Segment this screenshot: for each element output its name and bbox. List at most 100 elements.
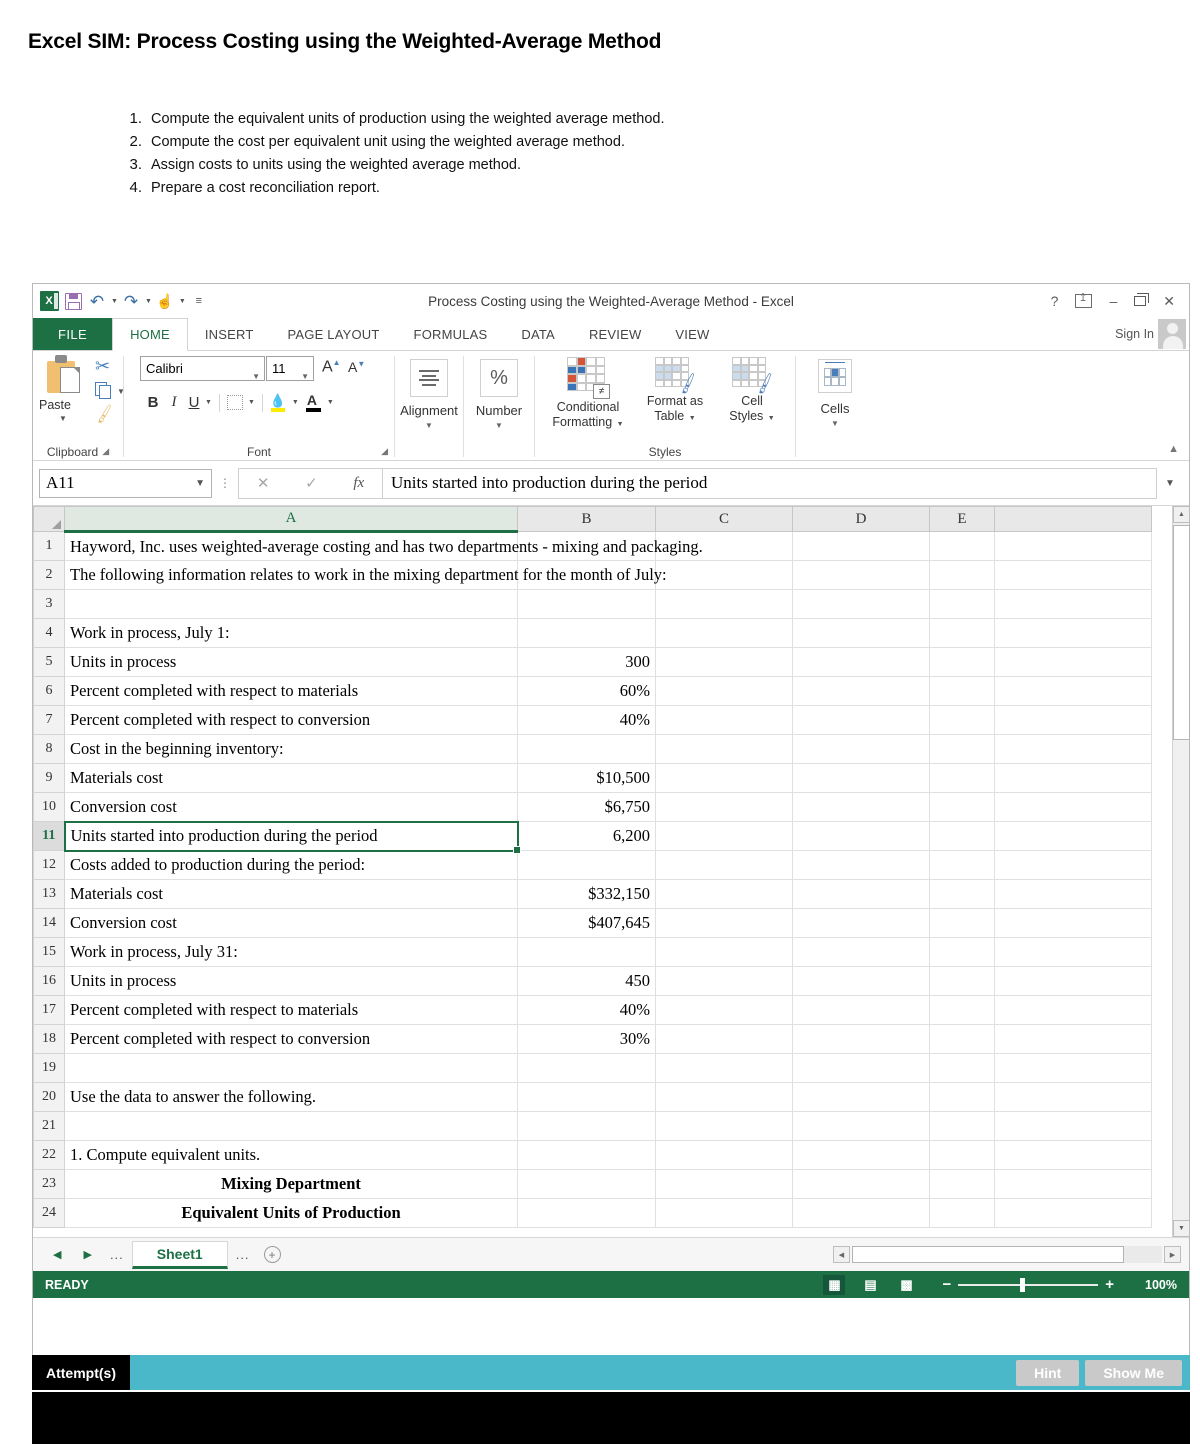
cell-F14[interactable] [994, 908, 1152, 938]
row-header-2[interactable]: 2 [33, 560, 65, 590]
cell-A13[interactable]: Materials cost [64, 879, 518, 909]
cell-C13[interactable] [655, 879, 793, 909]
cell-F16[interactable] [994, 966, 1152, 996]
borders-icon[interactable] [226, 395, 243, 410]
cell-E1[interactable] [929, 531, 995, 561]
row-header-7[interactable]: 7 [33, 705, 65, 735]
cell-E7[interactable] [929, 705, 995, 735]
cell-A8[interactable]: Cost in the beginning inventory: [64, 734, 518, 764]
cell-B23[interactable] [517, 1169, 656, 1199]
cell-D19[interactable] [792, 1053, 930, 1083]
cell-E13[interactable] [929, 879, 995, 909]
cell-B3[interactable] [517, 589, 656, 619]
row-header-8[interactable]: 8 [33, 734, 65, 764]
chevron-down-icon[interactable]: ▼ [768, 415, 775, 422]
cell-D10[interactable] [792, 792, 930, 822]
underline-dropdown-icon[interactable]: ▼ [205, 399, 212, 406]
cell-D14[interactable] [792, 908, 930, 938]
cell-E24[interactable] [929, 1198, 995, 1228]
cell-D23[interactable] [792, 1169, 930, 1199]
cell-D4[interactable] [792, 618, 930, 648]
scroll-left-icon[interactable]: ◀ [833, 1246, 850, 1263]
cell-F11[interactable] [994, 821, 1152, 851]
cell-F6[interactable] [994, 676, 1152, 706]
cell-B12[interactable] [517, 850, 656, 880]
italic-button[interactable]: I [164, 394, 184, 411]
font-name-dropdown-icon[interactable]: ▼ [252, 365, 260, 388]
cell-D22[interactable] [792, 1140, 930, 1170]
underline-button[interactable]: U [184, 394, 204, 411]
cell-A3[interactable] [64, 589, 518, 619]
copy-icon[interactable] [95, 382, 112, 399]
column-header-c[interactable]: C [655, 506, 793, 532]
cell-C3[interactable] [655, 589, 793, 619]
align-icon[interactable] [410, 359, 448, 397]
font-color-icon[interactable]: A [305, 392, 322, 412]
cell-F12[interactable] [994, 850, 1152, 880]
collapse-ribbon-icon[interactable]: ▲ [1168, 443, 1179, 455]
cell-D15[interactable] [792, 937, 930, 967]
select-all-corner[interactable] [33, 506, 65, 532]
cell-A12[interactable]: Costs added to production during the per… [64, 850, 518, 880]
cell-E22[interactable] [929, 1140, 995, 1170]
cell-D18[interactable] [792, 1024, 930, 1054]
hint-button[interactable]: Hint [1016, 1359, 1080, 1386]
font-name-input[interactable]: Calibri ▼ [140, 356, 265, 381]
cell-E4[interactable] [929, 618, 995, 648]
cell-C10[interactable] [655, 792, 793, 822]
row-header-20[interactable]: 20 [33, 1082, 65, 1112]
cell-E18[interactable] [929, 1024, 995, 1054]
row-header-10[interactable]: 10 [33, 792, 65, 822]
cell-B24[interactable] [517, 1198, 656, 1228]
cell-D5[interactable] [792, 647, 930, 677]
cell-E14[interactable] [929, 908, 995, 938]
cell-D7[interactable] [792, 705, 930, 735]
cell-A11[interactable]: Units started into production during the… [63, 820, 522, 855]
cell-A9[interactable]: Materials cost [64, 763, 518, 793]
row-header-9[interactable]: 9 [33, 763, 65, 793]
cell-F19[interactable] [994, 1053, 1152, 1083]
cell-B4[interactable] [517, 618, 656, 648]
cell-B16[interactable]: 450 [517, 966, 656, 996]
cell-E8[interactable] [929, 734, 995, 764]
tab-page-layout[interactable]: PAGE LAYOUT [271, 318, 397, 350]
cell-E9[interactable] [929, 763, 995, 793]
conditional-formatting-button[interactable]: ≠ Conditional Formatting ▼ [543, 357, 633, 432]
cell-A24[interactable]: Equivalent Units of Production [64, 1198, 518, 1228]
cell-C14[interactable] [655, 908, 793, 938]
sign-in-area[interactable]: Sign In [1115, 318, 1189, 350]
cell-B11[interactable]: 6,200 [517, 821, 656, 851]
paste-dropdown-icon[interactable]: ▼ [59, 414, 67, 423]
cell-B7[interactable]: 40% [517, 705, 656, 735]
sign-in-label[interactable]: Sign In [1115, 327, 1154, 341]
cell-F10[interactable] [994, 792, 1152, 822]
expand-formula-bar-icon[interactable]: ▼ [1157, 478, 1183, 489]
format-painter-icon[interactable]: 🖌 [93, 403, 116, 425]
cell-E20[interactable] [929, 1082, 995, 1112]
column-header-d[interactable]: D [792, 506, 930, 532]
alignment-label[interactable]: Alignment [395, 403, 463, 418]
cell-C15[interactable] [655, 937, 793, 967]
cell-B20[interactable] [517, 1082, 656, 1112]
cell-F15[interactable] [994, 937, 1152, 967]
cell-D20[interactable] [792, 1082, 930, 1112]
cell-C2[interactable] [655, 560, 793, 590]
sheet-tab-sheet1[interactable]: Sheet1 [131, 1240, 228, 1269]
clipboard-dialog-launcher-icon[interactable]: ◢ [102, 446, 109, 457]
name-box-dropdown-icon[interactable]: ▼ [195, 478, 205, 489]
cell-C9[interactable] [655, 763, 793, 793]
vertical-scroll-thumb[interactable] [1173, 525, 1190, 740]
tab-view[interactable]: VIEW [658, 318, 726, 350]
zoom-level[interactable]: 100% [1135, 1278, 1177, 1292]
cell-D3[interactable] [792, 589, 930, 619]
number-label[interactable]: Number [464, 403, 534, 418]
cell-B6[interactable]: 60% [517, 676, 656, 706]
insert-function-icon[interactable]: fx [353, 475, 364, 492]
fill-color-dropdown-icon[interactable]: ▼ [292, 399, 299, 406]
cell-B9[interactable]: $10,500 [517, 763, 656, 793]
tab-formulas[interactable]: FORMULAS [397, 318, 505, 350]
cell-B19[interactable] [517, 1053, 656, 1083]
scroll-right-icon[interactable]: ▶ [1164, 1246, 1181, 1263]
cell-C16[interactable] [655, 966, 793, 996]
cell-C5[interactable] [655, 647, 793, 677]
